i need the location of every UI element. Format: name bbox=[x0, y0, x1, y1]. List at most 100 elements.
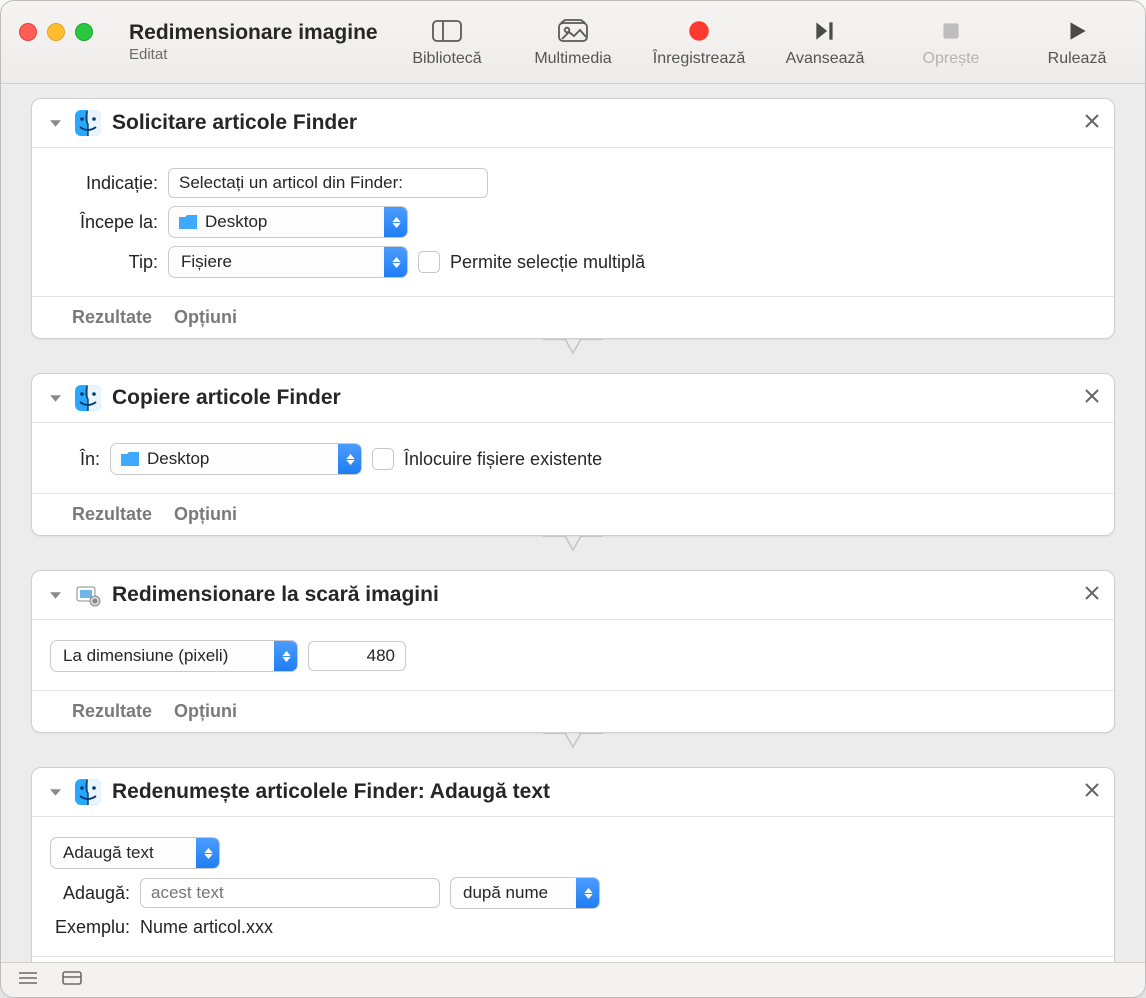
replace-existing-label: Înlocuire fișiere existente bbox=[404, 449, 602, 470]
start-label: Începe la: bbox=[68, 212, 158, 233]
zoom-window-button[interactable] bbox=[75, 23, 93, 41]
add-text-input[interactable] bbox=[140, 878, 440, 908]
action-body: La dimensiune (pixeli) bbox=[32, 620, 1114, 690]
results-button[interactable]: Rezultate bbox=[72, 701, 152, 722]
toolbar-step-button[interactable]: Avansează bbox=[775, 16, 875, 68]
toolbar-media-button[interactable]: Multimedia bbox=[523, 16, 623, 68]
popup-chevron-icon bbox=[338, 444, 361, 474]
type-popup[interactable]: Fișiere bbox=[168, 246, 408, 278]
disclosure-icon[interactable] bbox=[46, 392, 64, 405]
action-title: Solicitare articole Finder bbox=[112, 111, 357, 135]
disclosure-icon[interactable] bbox=[46, 786, 64, 799]
action-header[interactable]: Redenumește articolele Finder: Adaugă te… bbox=[32, 768, 1114, 817]
finder-icon bbox=[74, 109, 102, 137]
connector bbox=[15, 733, 1131, 767]
example-value: Nume articol.xxx bbox=[140, 917, 273, 938]
toolbar-run-button[interactable]: Rulează bbox=[1027, 16, 1127, 68]
connector bbox=[15, 536, 1131, 570]
scale-mode-popup[interactable]: La dimensiune (pixeli) bbox=[50, 640, 298, 672]
record-icon bbox=[684, 16, 714, 46]
stop-icon bbox=[936, 16, 966, 46]
close-icon[interactable] bbox=[1084, 782, 1100, 803]
toolbar-library-button[interactable]: Bibliotecă bbox=[397, 16, 497, 68]
window-subtitle: Editat bbox=[129, 46, 378, 63]
disclosure-icon[interactable] bbox=[46, 117, 64, 130]
action-body: Adaugă text Adaugă: după nume Exempl bbox=[32, 817, 1114, 956]
popup-chevron-icon bbox=[196, 838, 219, 868]
finder-icon bbox=[74, 384, 102, 412]
action-title: Redenumește articolele Finder: Adaugă te… bbox=[112, 780, 550, 804]
toolbar-stop-label: Oprește bbox=[923, 50, 980, 68]
rename-mode-popup[interactable]: Adaugă text bbox=[50, 837, 220, 869]
toolbar-record-label: Înregistrează bbox=[653, 50, 746, 68]
type-label: Tip: bbox=[68, 252, 158, 273]
position-popup[interactable]: după nume bbox=[450, 877, 600, 909]
options-button[interactable]: Opțiuni bbox=[174, 504, 237, 525]
popup-chevron-icon bbox=[384, 247, 407, 277]
results-button[interactable]: Rezultate bbox=[72, 307, 152, 328]
destination-value: Desktop bbox=[147, 449, 217, 469]
action-header[interactable]: Redimensionare la scară imagini bbox=[32, 571, 1114, 620]
size-input[interactable] bbox=[308, 641, 406, 671]
action-header[interactable]: Copiere articole Finder bbox=[32, 374, 1114, 423]
window-title: Redimensionare imagine bbox=[129, 21, 378, 44]
action-footer: Rezultate Opțiuni bbox=[32, 690, 1114, 732]
popup-chevron-icon bbox=[384, 207, 407, 237]
start-location-value: Desktop bbox=[205, 212, 275, 232]
example-label: Exemplu: bbox=[50, 917, 130, 938]
toolbar: Redimensionare imagine Editat Bibliotecă… bbox=[1, 1, 1145, 84]
close-icon[interactable] bbox=[1084, 113, 1100, 134]
toolbar-record-button[interactable]: Înregistrează bbox=[649, 16, 749, 68]
scale-mode-value: La dimensiune (pixeli) bbox=[59, 646, 236, 666]
add-label: Adaugă: bbox=[50, 883, 130, 904]
action-title: Redimensionare la scară imagini bbox=[112, 583, 439, 607]
action-footer: Rezultate Opțiuni bbox=[32, 296, 1114, 338]
connector bbox=[15, 339, 1131, 373]
preview-icon bbox=[74, 581, 102, 609]
in-label: În: bbox=[68, 449, 100, 470]
automator-window: Redimensionare imagine Editat Bibliotecă… bbox=[0, 0, 1146, 998]
minimize-window-button[interactable] bbox=[47, 23, 65, 41]
allow-multiple-checkbox[interactable] bbox=[418, 251, 440, 273]
action-rename-finder-items: Redenumește articolele Finder: Adaugă te… bbox=[31, 767, 1115, 962]
toolbar-step-label: Avansează bbox=[786, 50, 865, 68]
action-body: Indicație: Începe la: Desktop Tip: Fi bbox=[32, 148, 1114, 296]
toolbar-stop-button[interactable]: Oprește bbox=[901, 16, 1001, 68]
prompt-label: Indicație: bbox=[68, 173, 158, 194]
play-icon bbox=[1062, 16, 1092, 46]
close-icon[interactable] bbox=[1084, 585, 1100, 606]
variables-view-button[interactable] bbox=[61, 970, 83, 991]
start-location-popup[interactable]: Desktop bbox=[168, 206, 408, 238]
options-button[interactable]: Opțiuni bbox=[174, 701, 237, 722]
folder-icon bbox=[119, 448, 141, 470]
prompt-input[interactable] bbox=[168, 168, 488, 198]
finder-icon bbox=[74, 778, 102, 806]
replace-existing-checkbox[interactable] bbox=[372, 448, 394, 470]
disclosure-icon[interactable] bbox=[46, 589, 64, 602]
log-view-button[interactable] bbox=[17, 970, 39, 991]
position-value: după nume bbox=[459, 883, 556, 903]
folder-icon bbox=[177, 211, 199, 233]
action-title: Copiere articole Finder bbox=[112, 386, 341, 410]
popup-chevron-icon bbox=[274, 641, 297, 671]
destination-popup[interactable]: Desktop bbox=[110, 443, 362, 475]
action-body: În: Desktop Înlocuire fișiere existente bbox=[32, 423, 1114, 493]
results-button[interactable]: Rezultate bbox=[72, 504, 152, 525]
toolbar-media-label: Multimedia bbox=[534, 50, 611, 68]
toolbar-run-label: Rulează bbox=[1048, 50, 1107, 68]
close-icon[interactable] bbox=[1084, 388, 1100, 409]
close-window-button[interactable] bbox=[19, 23, 37, 41]
title-block: Redimensionare imagine Editat bbox=[119, 21, 378, 63]
popup-chevron-icon bbox=[576, 878, 599, 908]
status-bar bbox=[1, 962, 1145, 997]
rename-mode-value: Adaugă text bbox=[59, 843, 162, 863]
workflow-area[interactable]: Solicitare articole Finder Indicație: În… bbox=[1, 84, 1145, 962]
toolbar-buttons: Bibliotecă Multimedia Înregistrează Avan… bbox=[397, 16, 1127, 68]
options-button[interactable]: Opțiuni bbox=[174, 307, 237, 328]
action-ask-finder-items: Solicitare articole Finder Indicație: În… bbox=[31, 98, 1115, 339]
action-header[interactable]: Solicitare articole Finder bbox=[32, 99, 1114, 148]
media-icon bbox=[558, 16, 588, 46]
step-forward-icon bbox=[810, 16, 840, 46]
sidebar-icon bbox=[432, 16, 462, 46]
action-copy-finder-items: Copiere articole Finder În: Desktop Înlo… bbox=[31, 373, 1115, 536]
